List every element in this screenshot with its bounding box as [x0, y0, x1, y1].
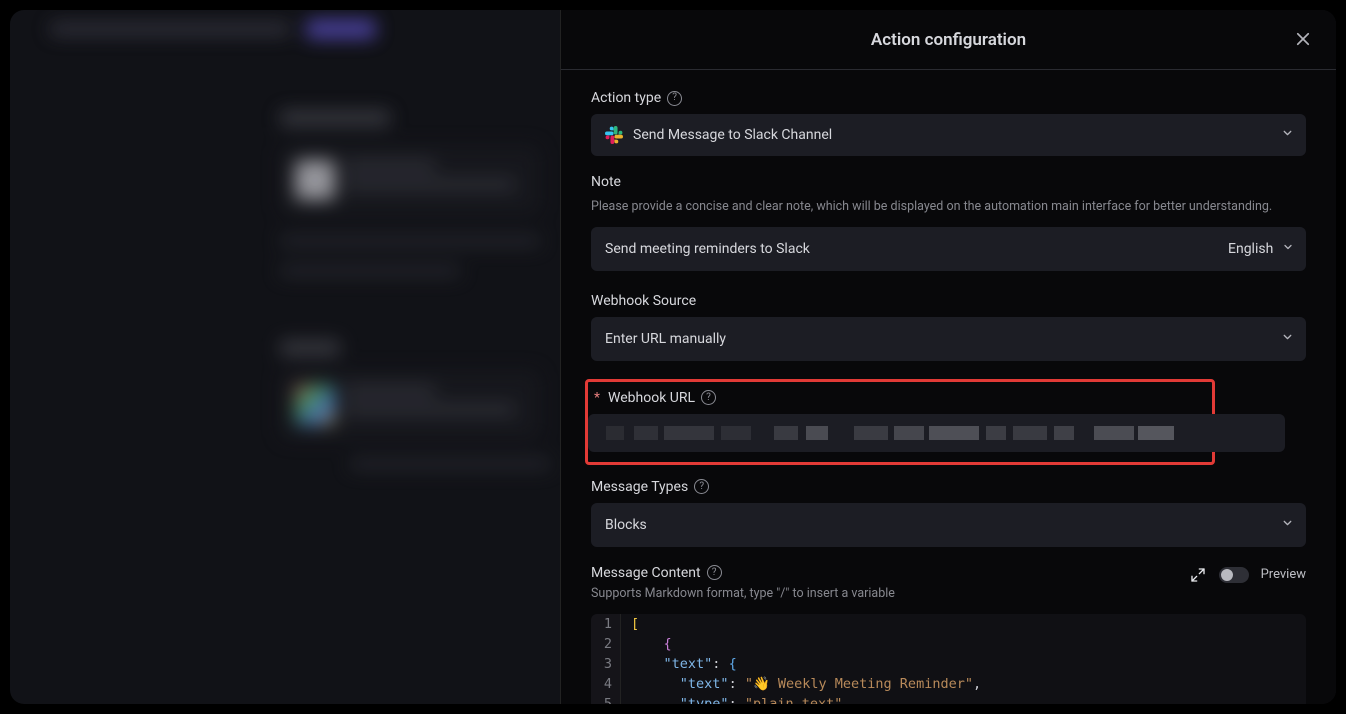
background-blur-layer	[10, 10, 560, 704]
action-type-select[interactable]: Send Message to Slack Channel	[591, 114, 1306, 156]
required-asterisk: *	[594, 390, 600, 406]
chevron-down-icon	[1281, 516, 1294, 533]
panel-title: Action configuration	[871, 30, 1026, 50]
webhook-url-highlight: * Webhook URL	[585, 379, 1215, 465]
chevron-down-icon	[1281, 127, 1294, 144]
slack-icon	[605, 126, 623, 144]
preview-toggle[interactable]	[1219, 567, 1249, 583]
line-number: 4	[591, 674, 621, 694]
message-content-hint: Supports Markdown format, type "/" to in…	[591, 585, 1306, 604]
note-hint: Please provide a concise and clear note,…	[591, 198, 1306, 217]
help-icon[interactable]	[694, 479, 709, 494]
note-input[interactable]	[605, 241, 1202, 257]
panel-header: Action configuration	[561, 10, 1336, 70]
line-number: 3	[591, 654, 621, 674]
help-icon[interactable]	[701, 390, 716, 405]
expand-icon[interactable]	[1189, 566, 1207, 584]
webhook-url-label: * Webhook URL	[594, 390, 1206, 406]
action-config-panel: Action configuration Action type	[560, 10, 1336, 704]
message-types-select[interactable]: Blocks	[591, 503, 1306, 547]
note-language-value: English	[1228, 241, 1273, 257]
message-content-editor[interactable]: 1[ 2 { 3 "text": { 4 "text": "👋 Weekly M…	[591, 614, 1306, 705]
message-types-label: Message Types	[591, 479, 1306, 495]
preview-toggle-label: Preview	[1261, 567, 1306, 582]
close-icon[interactable]	[1292, 28, 1314, 50]
note-label: Note	[591, 174, 1306, 190]
redacted-url	[606, 426, 1186, 440]
line-number: 5	[591, 694, 621, 705]
webhook-source-label: Webhook Source	[591, 293, 1306, 309]
message-content-label: Message Content	[591, 565, 722, 581]
chevron-down-icon	[1282, 241, 1294, 257]
action-type-value: Send Message to Slack Channel	[633, 127, 832, 143]
line-number: 1	[591, 614, 621, 634]
help-icon[interactable]	[707, 565, 722, 580]
line-number: 2	[591, 634, 621, 654]
chevron-down-icon	[1281, 330, 1294, 347]
note-language-select[interactable]: English	[1216, 227, 1306, 271]
webhook-source-select[interactable]: Enter URL manually	[591, 317, 1306, 361]
message-types-value: Blocks	[605, 517, 647, 533]
webhook-source-value: Enter URL manually	[605, 331, 726, 347]
help-icon[interactable]	[667, 91, 682, 106]
webhook-url-input[interactable]	[588, 414, 1285, 452]
action-type-label: Action type	[591, 90, 1306, 106]
